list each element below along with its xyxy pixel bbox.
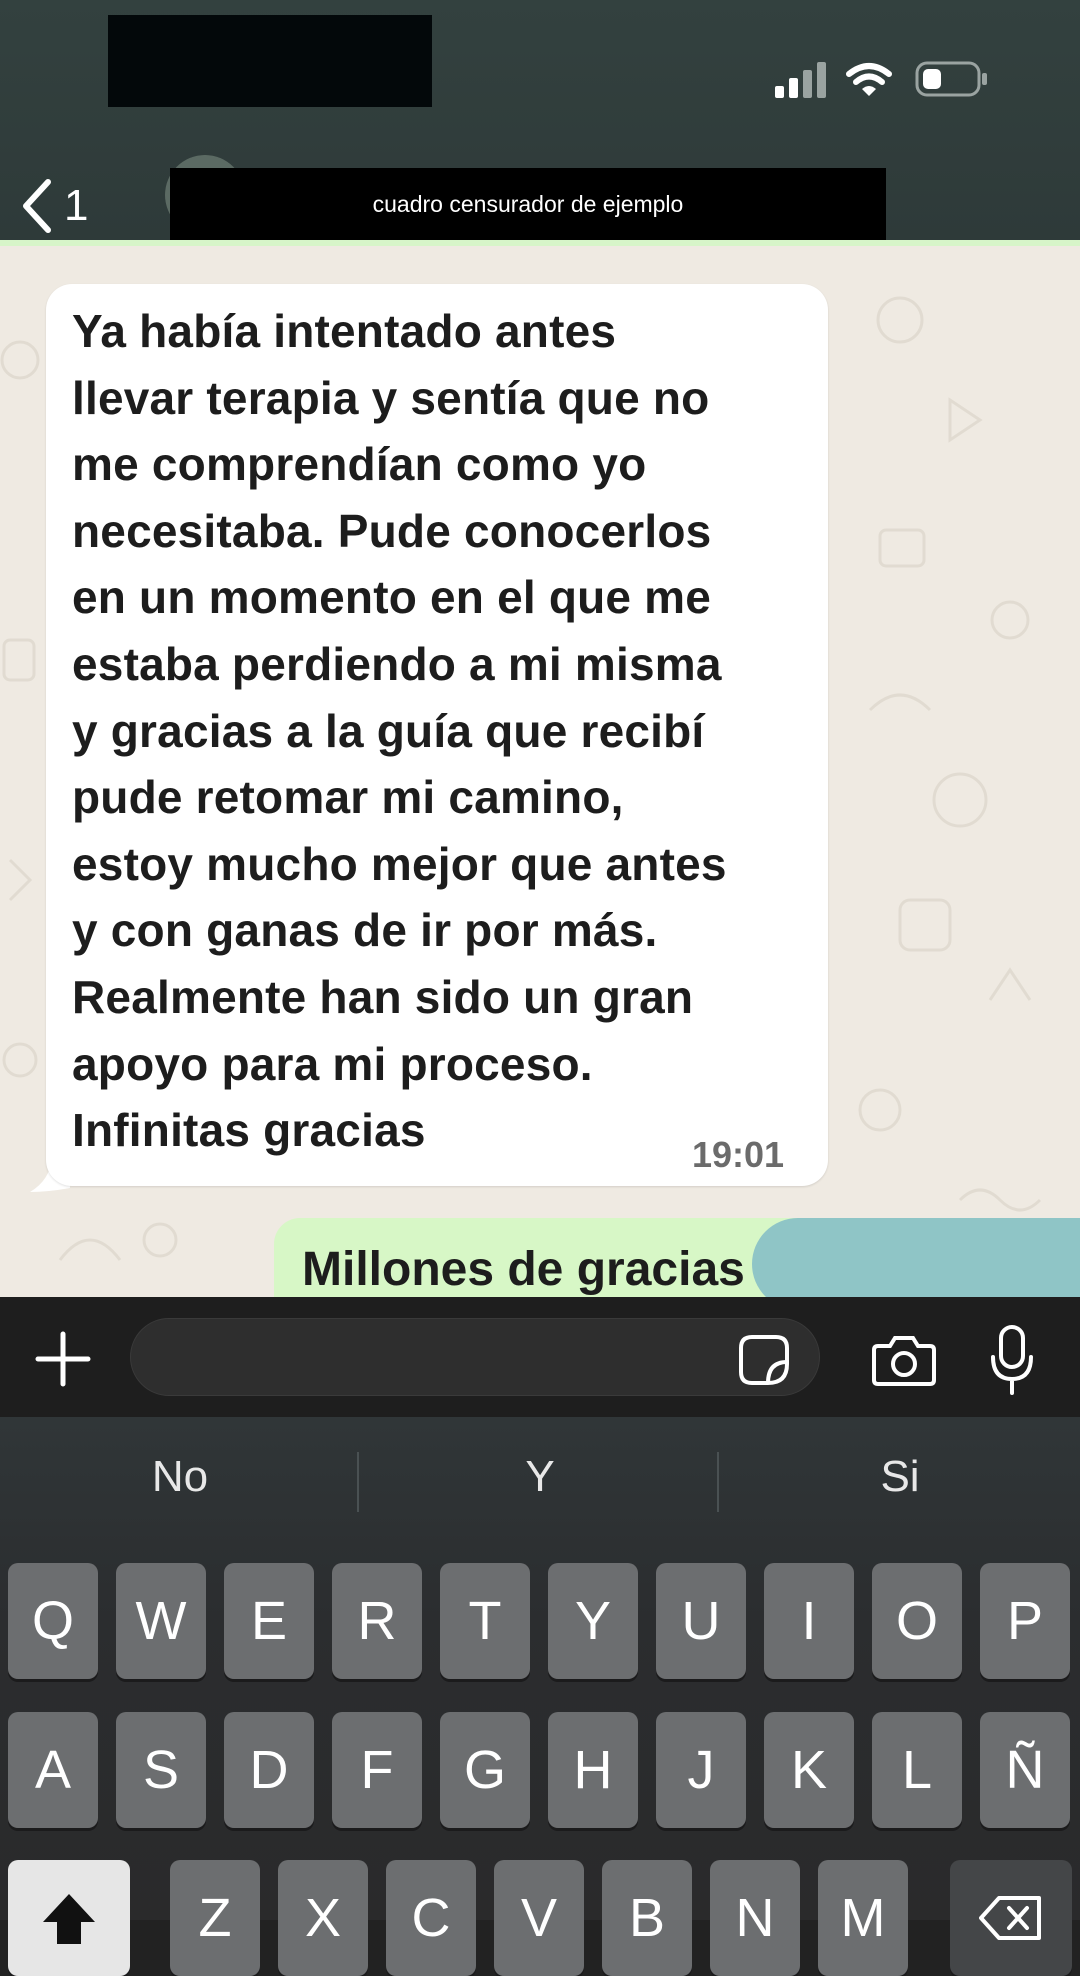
backspace-key[interactable] bbox=[950, 1860, 1072, 1976]
key-v[interactable]: V bbox=[494, 1860, 584, 1976]
shift-key[interactable] bbox=[8, 1860, 130, 1976]
key-b[interactable]: B bbox=[602, 1860, 692, 1976]
key-l[interactable]: L bbox=[872, 1712, 962, 1828]
unread-count: 1 bbox=[64, 181, 89, 230]
key-i[interactable]: I bbox=[764, 1563, 854, 1679]
key-z[interactable]: Z bbox=[170, 1860, 260, 1976]
outgoing-message-text: Millones de gracias bbox=[302, 1243, 745, 1296]
message-line: apoyo para mi proceso. bbox=[72, 1037, 593, 1090]
incoming-message-bubble[interactable]: Ya había intentado antes llevar terapia … bbox=[46, 284, 828, 1186]
redaction-box bbox=[108, 15, 432, 107]
key-h[interactable]: H bbox=[548, 1712, 638, 1828]
key-p[interactable]: P bbox=[980, 1563, 1070, 1679]
censor-bar: cuadro censurador de ejemplo bbox=[170, 168, 886, 240]
key-q[interactable]: Q bbox=[8, 1563, 98, 1679]
suggestion-divider bbox=[717, 1452, 719, 1512]
suggestion-divider bbox=[357, 1452, 359, 1512]
message-line: y con ganas de ir por más. bbox=[72, 904, 658, 957]
key-c[interactable]: C bbox=[386, 1860, 476, 1976]
message-line: necesitaba. Pude conocerlos bbox=[72, 504, 712, 557]
key-s[interactable]: S bbox=[116, 1712, 206, 1828]
key-y[interactable]: Y bbox=[548, 1563, 638, 1679]
key-enye[interactable]: Ñ bbox=[980, 1712, 1070, 1828]
key-r[interactable]: R bbox=[332, 1563, 422, 1679]
key-d[interactable]: D bbox=[224, 1712, 314, 1828]
key-a[interactable]: A bbox=[8, 1712, 98, 1828]
key-g[interactable]: G bbox=[440, 1712, 530, 1828]
camera-icon[interactable] bbox=[872, 1334, 936, 1386]
censor-label: cuadro censurador de ejemplo bbox=[372, 190, 684, 217]
sticker-icon[interactable] bbox=[738, 1334, 790, 1386]
message-input[interactable] bbox=[130, 1318, 820, 1396]
incoming-message-text: Ya había intentado antes llevar terapia … bbox=[72, 298, 812, 1164]
key-u[interactable]: U bbox=[656, 1563, 746, 1679]
message-line: y gracias a la guía que recibí bbox=[72, 704, 705, 757]
wifi-icon bbox=[846, 63, 892, 96]
battery-icon bbox=[915, 61, 987, 97]
message-line: llevar terapia y sentía que no bbox=[72, 371, 710, 424]
key-w[interactable]: W bbox=[116, 1563, 206, 1679]
key-f[interactable]: F bbox=[332, 1712, 422, 1828]
suggestion-1[interactable]: No bbox=[10, 1452, 350, 1502]
message-line: estoy mucho mejor que antes bbox=[72, 837, 727, 890]
message-line: Ya había intentado antes bbox=[72, 305, 617, 357]
key-x[interactable]: X bbox=[278, 1860, 368, 1976]
key-e[interactable]: E bbox=[224, 1563, 314, 1679]
microphone-icon[interactable] bbox=[990, 1325, 1034, 1395]
chat-area[interactable]: Ya había intentado antes llevar terapia … bbox=[0, 240, 1080, 1297]
back-button[interactable]: 1 bbox=[18, 176, 108, 236]
message-line: Realmente han sido un gran bbox=[72, 970, 694, 1023]
message-line: me comprendían como yo bbox=[72, 438, 647, 491]
key-o[interactable]: O bbox=[872, 1563, 962, 1679]
suggestion-3[interactable]: Si bbox=[730, 1452, 1070, 1502]
plus-icon[interactable] bbox=[34, 1330, 92, 1388]
message-line: pude retomar mi camino, bbox=[72, 771, 624, 824]
key-t[interactable]: T bbox=[440, 1563, 530, 1679]
shift-icon bbox=[43, 1894, 95, 1944]
message-line: en un momento en el que me bbox=[72, 571, 712, 624]
message-line: estaba perdiendo a mi misma bbox=[72, 637, 722, 690]
signal-icon bbox=[775, 62, 827, 98]
message-timestamp: 19:01 bbox=[692, 1134, 785, 1175]
chevron-left-icon bbox=[23, 179, 51, 233]
chat-divider bbox=[0, 240, 1080, 246]
overlay-shape bbox=[752, 1218, 1080, 1297]
key-m[interactable]: M bbox=[818, 1860, 908, 1976]
suggestion-2[interactable]: Y bbox=[370, 1452, 710, 1502]
key-k[interactable]: K bbox=[764, 1712, 854, 1828]
key-j[interactable]: J bbox=[656, 1712, 746, 1828]
backspace-icon bbox=[979, 1896, 1041, 1940]
key-n[interactable]: N bbox=[710, 1860, 800, 1976]
